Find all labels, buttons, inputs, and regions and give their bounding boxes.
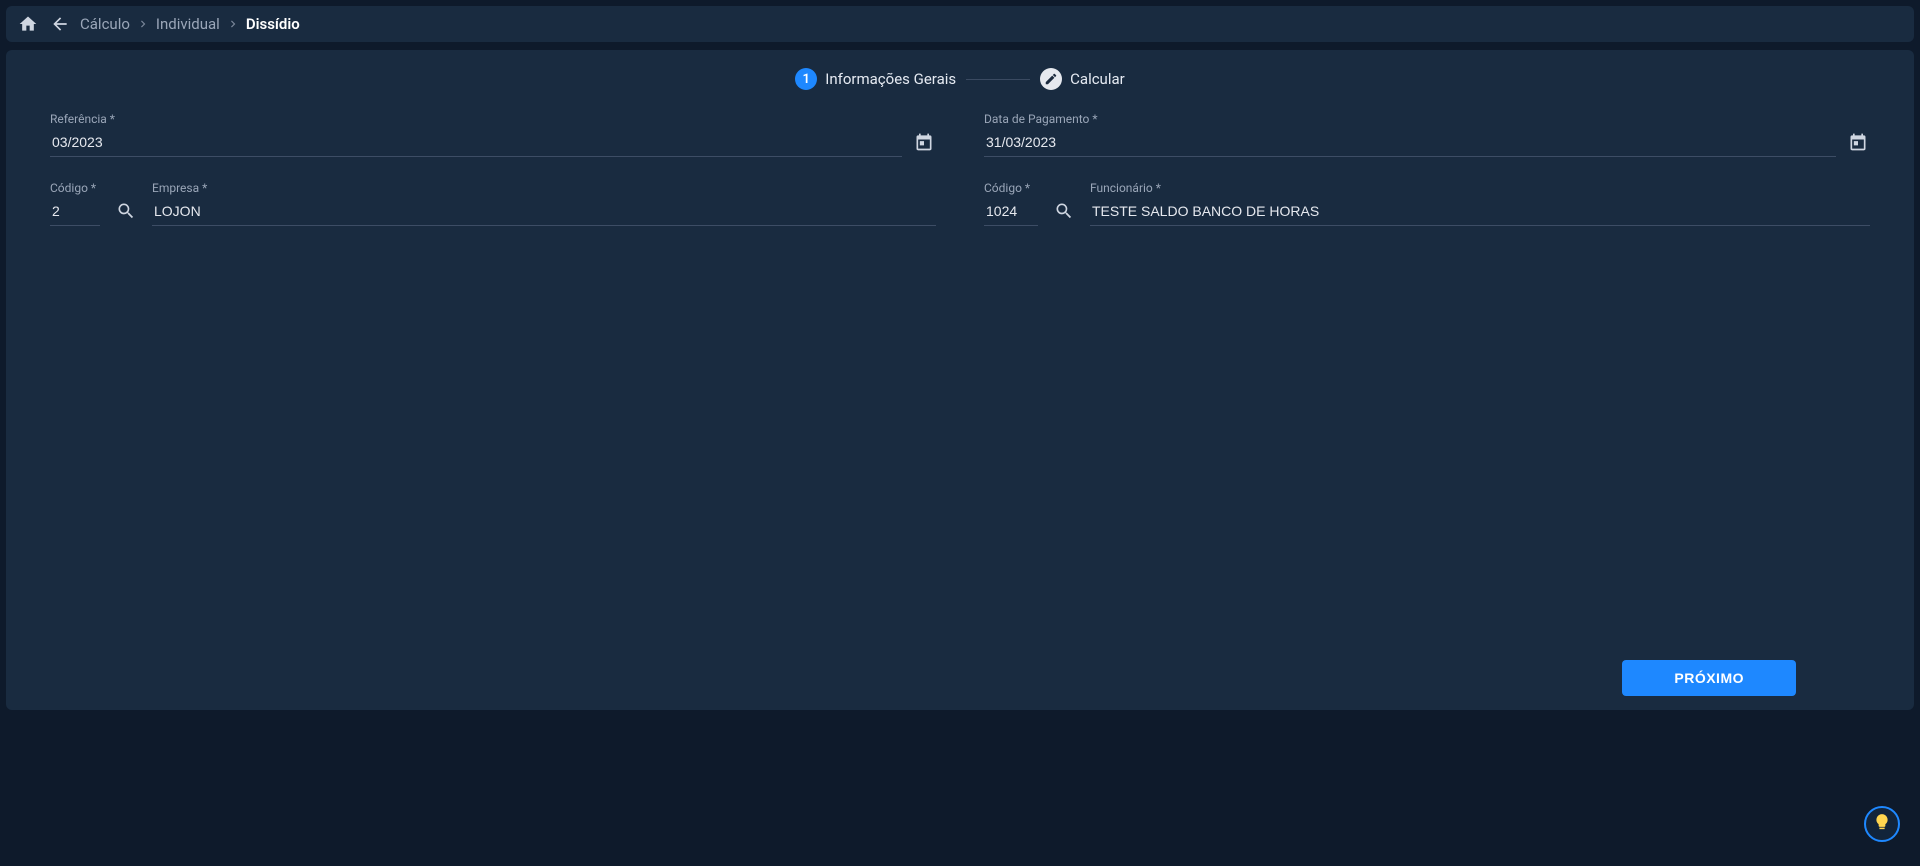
empresa-field-wrapper: Empresa * — [152, 181, 936, 226]
funcionario-codigo-field-wrapper: Código * — [984, 181, 1038, 226]
search-icon[interactable] — [1052, 196, 1076, 226]
step-connector — [966, 79, 1030, 80]
empresa-codigo-label: Código * — [50, 181, 100, 195]
funcionario-codigo-label: Código * — [984, 181, 1038, 195]
lightbulb-icon — [1873, 813, 1891, 835]
referencia-field-wrapper: Referência * — [50, 112, 902, 157]
funcionario-codigo-input[interactable] — [984, 197, 1038, 226]
funcionario-label: Funcionário * — [1090, 181, 1870, 195]
chevron-right-icon — [136, 17, 150, 31]
breadcrumb-individual[interactable]: Individual — [156, 15, 220, 33]
stepper: 1 Informações Gerais Calcular — [50, 68, 1870, 90]
edit-icon — [1040, 68, 1062, 90]
main-panel: 1 Informações Gerais Calcular Referência… — [6, 50, 1914, 710]
home-icon[interactable] — [16, 12, 40, 36]
empresa-label: Empresa * — [152, 181, 936, 195]
referencia-input[interactable] — [50, 128, 902, 157]
back-arrow-icon[interactable] — [48, 12, 72, 36]
calendar-icon[interactable] — [912, 127, 936, 157]
empresa-input[interactable] — [152, 197, 936, 226]
empresa-codigo-field-wrapper: Código * — [50, 181, 100, 226]
breadcrumb-calculo[interactable]: Cálculo — [80, 15, 130, 33]
data-pagamento-field-wrapper: Data de Pagamento * — [984, 112, 1836, 157]
data-pagamento-input[interactable] — [984, 128, 1836, 157]
funcionario-field-wrapper: Funcionário * — [1090, 181, 1870, 226]
step-informacoes-gerais[interactable]: 1 Informações Gerais — [795, 68, 956, 90]
search-icon[interactable] — [114, 196, 138, 226]
data-pagamento-label: Data de Pagamento * — [984, 112, 1836, 126]
empresa-codigo-input[interactable] — [50, 197, 100, 226]
proximo-button[interactable]: PRÓXIMO — [1622, 660, 1796, 696]
funcionario-input[interactable] — [1090, 197, 1870, 226]
step-calcular[interactable]: Calcular — [1040, 68, 1125, 90]
breadcrumb: Cálculo Individual Dissídio — [80, 15, 300, 33]
breadcrumb-dissidio: Dissídio — [246, 15, 300, 33]
step-1-badge: 1 — [795, 68, 817, 90]
step-1-label: Informações Gerais — [825, 70, 956, 88]
topbar: Cálculo Individual Dissídio — [6, 6, 1914, 42]
calendar-icon[interactable] — [1846, 127, 1870, 157]
step-2-label: Calcular — [1070, 70, 1125, 88]
referencia-label: Referência * — [50, 112, 902, 126]
chevron-right-icon — [226, 17, 240, 31]
help-fab[interactable] — [1864, 806, 1900, 842]
